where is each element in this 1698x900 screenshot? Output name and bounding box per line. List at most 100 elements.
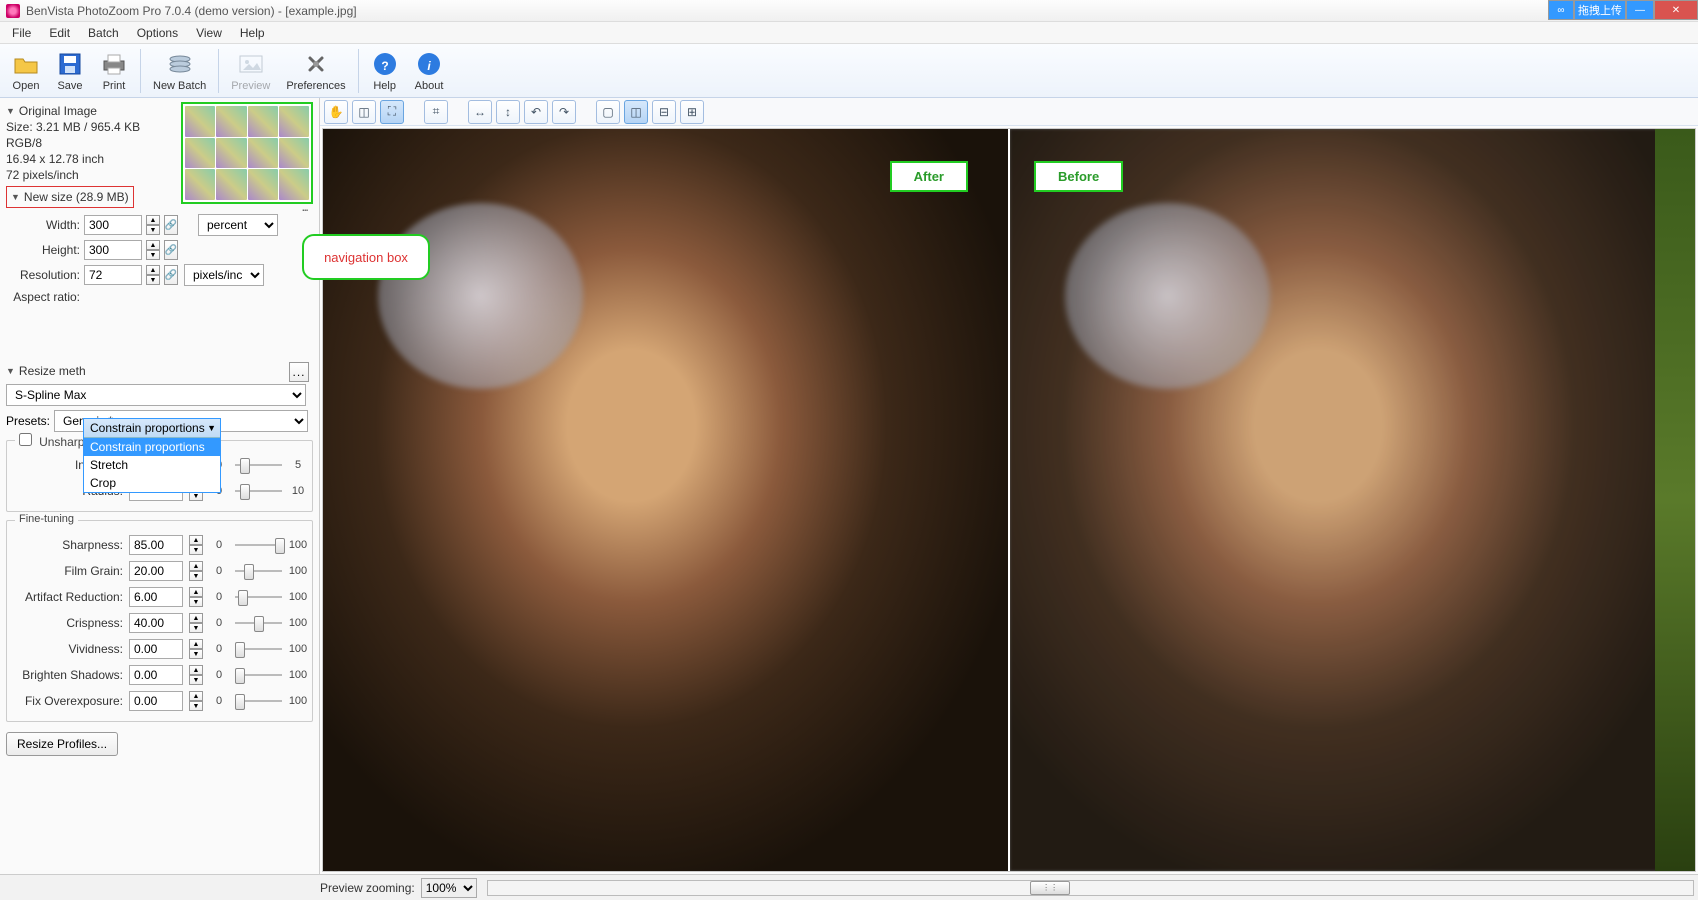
nav-tool-button[interactable]: ⛶ — [380, 100, 404, 124]
help-button[interactable]: ? Help — [363, 46, 407, 96]
navigation-thumbnail[interactable]: ... — [181, 102, 313, 204]
intensity-slider[interactable] — [235, 457, 282, 473]
finetune-slider[interactable] — [235, 667, 282, 683]
finetune-input[interactable] — [129, 665, 183, 685]
aspect-label: Aspect ratio: — [6, 290, 80, 304]
winbtn-drag[interactable]: 拖拽上传 — [1574, 0, 1626, 20]
hand-tool-button[interactable]: ✋ — [324, 100, 348, 124]
open-icon — [12, 50, 40, 78]
rotate-ccw-button[interactable]: ↶ — [524, 100, 548, 124]
preview-area: ✋ ◫ ⛶ ⌗ ↔ ↕ ↶ ↷ ▢ ◫ ⊟ ⊞ After Before — [320, 98, 1698, 874]
rotate-cw-button[interactable]: ↷ — [552, 100, 576, 124]
size-unit-select[interactable]: percent — [198, 214, 278, 236]
newsize-header[interactable]: New size (28.9 MB) — [11, 190, 129, 204]
winbtn-close[interactable]: ✕ — [1654, 0, 1698, 20]
bottom-bar: Preview zooming: 100% ⋮⋮ — [0, 874, 1698, 900]
resize-method-select[interactable]: S-Spline Max — [6, 384, 306, 406]
finetune-spinner[interactable]: ▲▼ — [189, 613, 203, 633]
sidebar: ... Original Image Size: 3.21 MB / 965.4… — [0, 98, 320, 874]
finetune-spinner[interactable]: ▲▼ — [189, 561, 203, 581]
finetune-input[interactable] — [129, 639, 183, 659]
resize-method-more-button[interactable]: ... — [289, 362, 309, 382]
aspect-selected[interactable]: Constrain proportions — [84, 419, 220, 438]
aspect-option-stretch[interactable]: Stretch — [84, 456, 220, 474]
unsharp-checkbox[interactable] — [19, 433, 32, 446]
menu-batch[interactable]: Batch — [80, 24, 127, 42]
finetune-spinner[interactable]: ▲▼ — [189, 665, 203, 685]
about-button[interactable]: i About — [407, 46, 452, 96]
menu-view[interactable]: View — [188, 24, 230, 42]
crop-tool-button[interactable]: ⌗ — [424, 100, 448, 124]
finetune-input[interactable] — [129, 561, 183, 581]
finetune-slider[interactable] — [235, 641, 282, 657]
res-unit-select[interactable]: pixels/inch — [184, 264, 264, 286]
finetune-slider[interactable] — [235, 563, 282, 579]
resolution-spinner[interactable]: ▲▼ — [146, 265, 160, 285]
resize-method-header[interactable]: Resize meth — [6, 364, 86, 378]
winbtn-extra[interactable]: ∞ — [1548, 0, 1574, 20]
finetune-spinner[interactable]: ▲▼ — [189, 691, 203, 711]
finetune-slider[interactable] — [235, 537, 282, 553]
winbtn-min[interactable]: — — [1626, 0, 1654, 20]
resize-profiles-button[interactable]: Resize Profiles... — [6, 732, 118, 756]
finetune-slider[interactable] — [235, 589, 282, 605]
newbatch-button[interactable]: New Batch — [145, 46, 214, 96]
preview-panes[interactable]: After Before — [322, 128, 1696, 872]
finetune-min: 0 — [209, 695, 229, 707]
horizontal-scrollbar[interactable]: ⋮⋮ — [487, 880, 1694, 896]
height-input[interactable] — [84, 240, 142, 260]
zoom-label: Preview zooming: — [320, 881, 415, 895]
finetune-input[interactable] — [129, 691, 183, 711]
thumbnail-more-button[interactable]: ... — [301, 198, 307, 214]
flip-h-button[interactable]: ↔ — [468, 100, 492, 124]
finetune-label: Crispness: — [11, 616, 123, 630]
link-height-icon[interactable]: 🔗 — [164, 240, 178, 260]
view-split-h-button[interactable]: ⊟ — [652, 100, 676, 124]
height-spinner[interactable]: ▲▼ — [146, 240, 160, 260]
aspect-option-crop[interactable]: Crop — [84, 474, 220, 492]
menu-edit[interactable]: Edit — [41, 24, 78, 42]
link-res-icon[interactable]: 🔗 — [164, 265, 178, 285]
finetune-slider[interactable] — [235, 693, 282, 709]
selection-tool-button[interactable]: ◫ — [352, 100, 376, 124]
pane-before[interactable]: Before — [1010, 129, 1695, 871]
view-tile-button[interactable]: ⊞ — [680, 100, 704, 124]
scrollbar-thumb[interactable]: ⋮⋮ — [1030, 881, 1070, 895]
finetune-max: 100 — [288, 695, 308, 707]
link-width-icon[interactable]: 🔗 — [164, 215, 178, 235]
view-split-v-button[interactable]: ◫ — [624, 100, 648, 124]
save-button[interactable]: Save — [48, 46, 92, 96]
radius-slider[interactable] — [235, 483, 282, 499]
finetune-row: Vividness:▲▼0100 — [11, 639, 308, 659]
aspect-option-constrain[interactable]: Constrain proportions — [84, 438, 220, 456]
width-spinner[interactable]: ▲▼ — [146, 215, 160, 235]
height-label: Height: — [6, 243, 80, 257]
finetune-label: Film Grain: — [11, 564, 123, 578]
zoom-select[interactable]: 100% — [421, 878, 477, 898]
finetune-input[interactable] — [129, 587, 183, 607]
finetune-slider[interactable] — [235, 615, 282, 631]
titlebar: BenVista PhotoZoom Pro 7.0.4 (demo versi… — [0, 0, 1698, 22]
aspect-ratio-dropdown[interactable]: Constrain proportions ▼ Constrain propor… — [83, 418, 221, 493]
menu-file[interactable]: File — [4, 24, 39, 42]
open-button[interactable]: Open — [4, 46, 48, 96]
finetune-spinner[interactable]: ▲▼ — [189, 535, 203, 555]
finetune-spinner[interactable]: ▲▼ — [189, 587, 203, 607]
finetune-row: Artifact Reduction:▲▼0100 — [11, 587, 308, 607]
flip-v-button[interactable]: ↕ — [496, 100, 520, 124]
menu-options[interactable]: Options — [129, 24, 186, 42]
finetune-input[interactable] — [129, 613, 183, 633]
finetune-min: 0 — [209, 591, 229, 603]
prefs-button[interactable]: Preferences — [278, 46, 353, 96]
width-input[interactable] — [84, 215, 142, 235]
newbatch-icon — [166, 50, 194, 78]
resolution-input[interactable] — [84, 265, 142, 285]
print-button[interactable]: Print — [92, 46, 136, 96]
finetune-max: 100 — [288, 539, 308, 551]
toolbar: Open Save Print New Batch Preview Prefer… — [0, 44, 1698, 98]
finetune-spinner[interactable]: ▲▼ — [189, 639, 203, 659]
view-single-button[interactable]: ▢ — [596, 100, 620, 124]
preview-button[interactable]: Preview — [223, 46, 278, 96]
menu-help[interactable]: Help — [232, 24, 273, 42]
finetune-input[interactable] — [129, 535, 183, 555]
